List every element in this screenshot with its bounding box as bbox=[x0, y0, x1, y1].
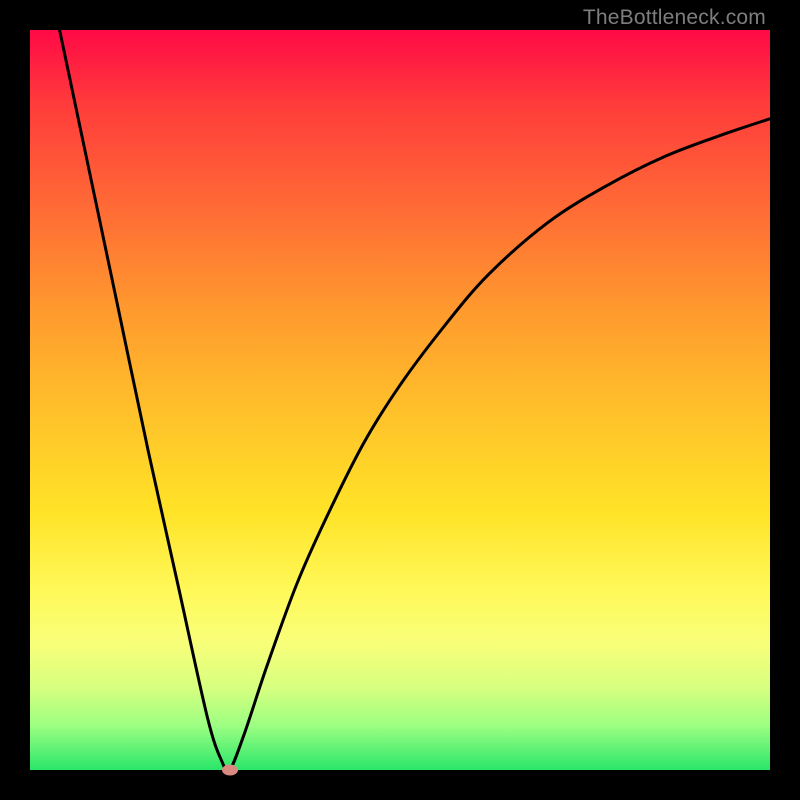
minimum-marker bbox=[222, 765, 238, 776]
plot-area bbox=[30, 30, 770, 770]
curve-svg bbox=[30, 30, 770, 770]
curve-path bbox=[60, 30, 770, 770]
watermark-text: TheBottleneck.com bbox=[583, 6, 766, 30]
chart-frame: TheBottleneck.com bbox=[0, 0, 800, 800]
